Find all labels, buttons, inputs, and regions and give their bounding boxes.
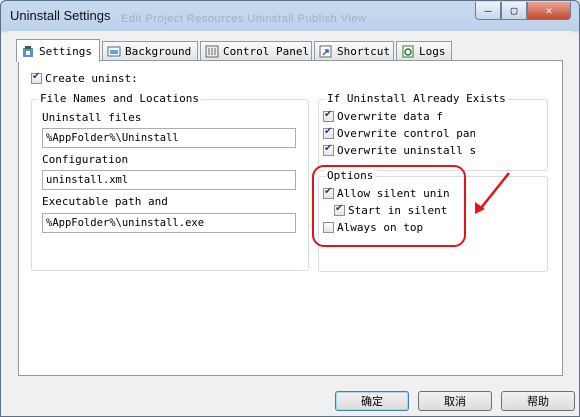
close-icon: ✕ [545,4,553,17]
configuration-field[interactable]: uninstall.xml [42,170,296,190]
minimize-button[interactable]: — [475,2,501,20]
uninstall-files-label: Uninstall files [42,111,142,124]
settings-panel: Create uninst: File Names and Locations … [18,60,563,376]
tab-shortcut[interactable]: Shortcut [314,41,394,60]
logs-icon [402,45,414,57]
maximize-button[interactable]: ▢ [501,2,527,20]
shortcut-icon [319,45,332,57]
overwrite-uninstall-shortcut-label: Overwrite uninstall sho [337,144,475,157]
create-uninst-checkbox[interactable] [31,71,42,84]
title-bar[interactable]: Uninstall Settings Edit Project Resource… [1,1,579,31]
overwrite-data-checkbox[interactable] [323,109,334,122]
create-uninst-label: Create uninst: [45,72,138,85]
uninstall-settings-window: Uninstall Settings Edit Project Resource… [0,0,580,417]
tab-shortcut-label: Shortcut [337,44,390,58]
tab-settings-label: Settings [39,44,92,58]
tab-settings[interactable]: Settings [16,39,100,62]
control-panel-icon [205,45,219,57]
close-button[interactable]: ✕ [527,2,571,20]
overwrite-data-label: Overwrite data f [337,110,443,123]
dialog-client-area: Settings Background Control Panel Shortc… [8,31,575,411]
annotation-highlight [312,165,466,247]
cancel-button[interactable]: 取消 [418,391,492,411]
tab-background-label: Background [125,44,192,58]
executable-path-label: Executable path and [42,195,168,208]
configuration-label: Configuration [42,153,129,166]
background-menu-text: Edit Project Resources Uninstall Publish… [121,13,367,25]
executable-path-field[interactable]: %AppFolder%\uninstall.exe [42,213,296,233]
maximize-icon: ▢ [510,4,518,17]
overwrite-uninstall-shortcut-checkbox[interactable] [323,143,334,156]
tab-logs[interactable]: Logs [396,41,452,60]
overwrite-control-panel-label: Overwrite control panel [337,127,475,140]
file-names-group: File Names and Locations Uninstall files… [31,92,309,271]
tab-background[interactable]: Background [102,41,198,60]
tab-logs-label: Logs [419,44,446,58]
already-exists-title: If Uninstall Already Exists [325,92,508,105]
minimize-icon: — [484,4,492,17]
uninstall-files-field[interactable]: %AppFolder%\Uninstall [42,128,296,148]
help-button[interactable]: 帮助 [501,391,575,411]
already-exists-group: If Uninstall Already Exists Overwrite da… [318,92,548,171]
ok-button[interactable]: 确定 [335,391,409,411]
tab-control-panel[interactable]: Control Panel [200,41,312,60]
window-title: Uninstall Settings [10,8,111,23]
file-names-title: File Names and Locations [38,92,201,105]
settings-icon [23,45,33,57]
tab-control-panel-label: Control Panel [223,44,310,58]
overwrite-control-panel-checkbox[interactable] [323,126,334,139]
background-icon [107,46,121,56]
